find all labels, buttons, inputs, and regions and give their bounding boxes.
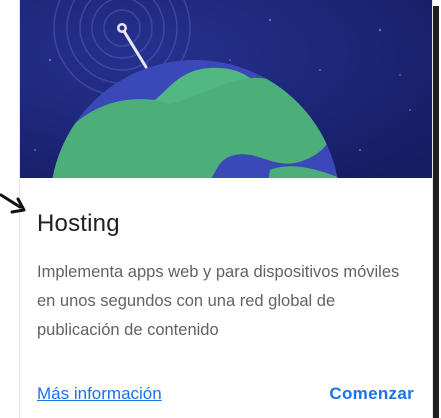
globe-illustration-icon bbox=[20, 0, 432, 178]
start-button[interactable]: Comenzar bbox=[329, 384, 414, 404]
pointer-arrow-icon bbox=[0, 193, 26, 214]
card-description: Implementa apps web y para dispositivos … bbox=[37, 263, 400, 339]
more-info-link[interactable]: Más información bbox=[37, 384, 162, 404]
hero-image bbox=[20, 0, 432, 178]
hosting-card: Hosting Implementa apps web y para dispo… bbox=[20, 0, 432, 418]
stage: Hosting Implementa apps web y para dispo… bbox=[0, 0, 441, 418]
card-title: Hosting bbox=[37, 210, 120, 237]
